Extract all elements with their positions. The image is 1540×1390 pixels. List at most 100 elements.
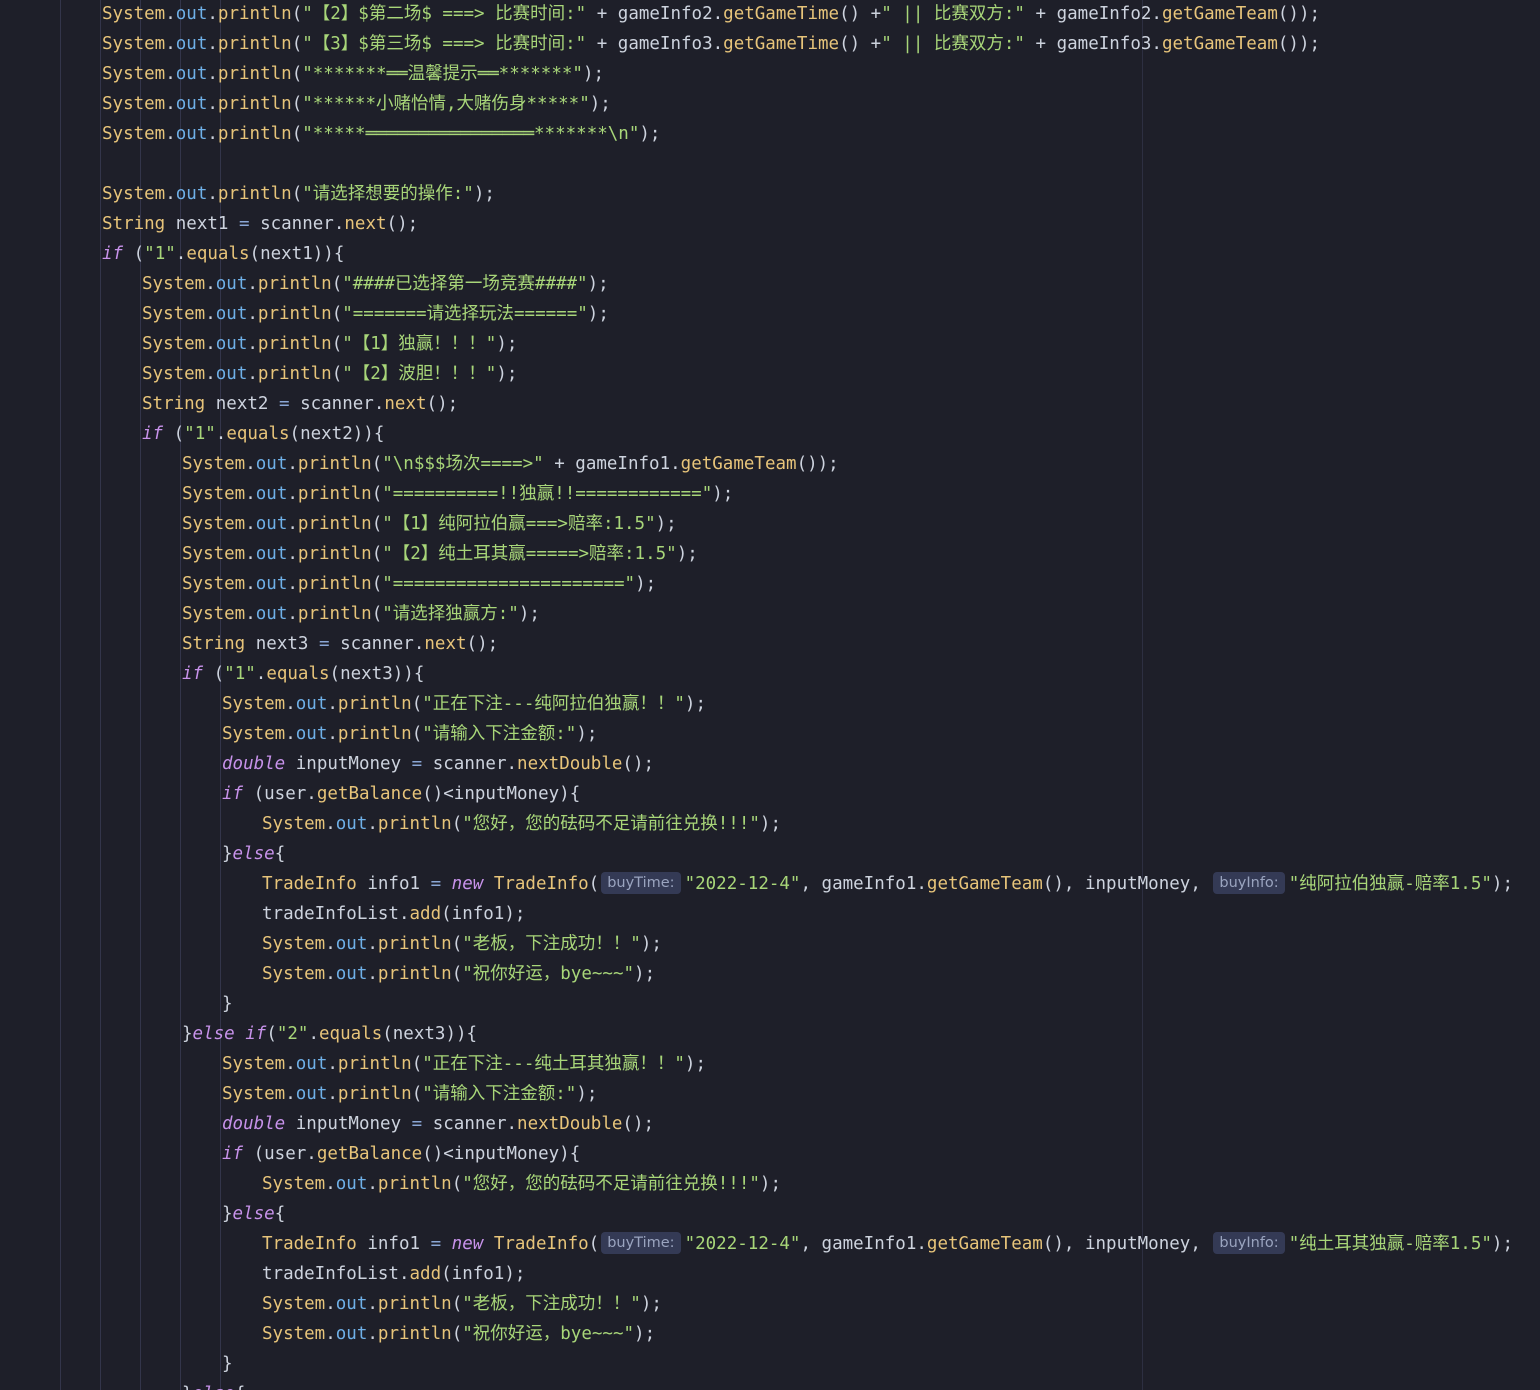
code-token: . <box>285 694 296 714</box>
indent-guide <box>100 0 101 1390</box>
code-token: ( <box>451 1294 463 1314</box>
code-token: (next1)){ <box>249 244 345 264</box>
code-token: . <box>712 34 724 54</box>
code-token: ( <box>291 64 303 84</box>
code-token: scanner <box>329 634 414 654</box>
code-line[interactable]: System.out.println("====================… <box>182 569 656 599</box>
code-line[interactable]: } <box>222 989 233 1019</box>
code-line[interactable]: System.out.println("【2】$第二场$ ===> 比赛时间:"… <box>102 0 1320 29</box>
code-token: . <box>367 814 378 834</box>
code-token: ); <box>496 334 518 354</box>
code-token: . <box>367 1174 378 1194</box>
code-token: tradeInfoList <box>262 1264 399 1284</box>
code-line[interactable]: System.out.println("正在下注---纯土耳其独赢！！"); <box>222 1049 706 1079</box>
code-line[interactable]: if ("1".equals(next2)){ <box>142 419 384 449</box>
code-token: out <box>335 1294 368 1314</box>
code-token: } <box>182 1024 193 1044</box>
code-token: . <box>287 604 298 624</box>
code-line[interactable]: System.out.println("=======请选择玩法======")… <box>142 299 609 329</box>
code-token: ( <box>203 664 225 684</box>
code-token: if <box>182 664 204 684</box>
code-line[interactable]: } <box>222 1349 233 1379</box>
code-line[interactable]: System.out.println("请选择想要的操作:"); <box>102 179 495 209</box>
code-line[interactable]: if ("1".equals(next1)){ <box>102 239 344 269</box>
code-token: (info1); <box>441 904 526 924</box>
code-line[interactable]: System.out.println("请输入下注金额:"); <box>222 1079 597 1109</box>
code-line[interactable]: System.out.println("\n$$$场次====>" + game… <box>182 449 839 479</box>
code-token: double <box>222 754 286 774</box>
code-token: next1 <box>165 214 239 234</box>
code-token: "请输入下注金额:" <box>422 724 577 744</box>
code-line[interactable]: }else{ <box>222 1199 285 1229</box>
code-line[interactable]: TradeInfo info1 = new TradeInfo(buyTime:… <box>262 1229 1513 1259</box>
code-line[interactable]: System.out.println("请选择独赢方:"); <box>182 599 540 629</box>
code-token: = <box>318 634 330 654</box>
code-token: gameInfo3 <box>617 34 713 54</box>
code-token: inputMoney <box>285 754 412 774</box>
code-token: . <box>207 4 218 24</box>
code-line[interactable]: if (user.getBalance()<inputMoney){ <box>222 779 580 809</box>
code-line[interactable]: String next1 = scanner.next(); <box>102 209 418 239</box>
code-line[interactable]: System.out.println("正在下注---纯阿拉伯独赢！！"); <box>222 689 706 719</box>
code-token: tradeInfoList <box>262 904 399 924</box>
code-line[interactable]: double inputMoney = scanner.nextDouble()… <box>222 1109 654 1139</box>
code-token: + <box>586 4 618 24</box>
code-token: (), inputMoney, <box>1042 1234 1212 1254</box>
code-token: out <box>335 964 368 984</box>
code-token: . <box>325 1174 336 1194</box>
code-line[interactable]: double inputMoney = scanner.nextDouble()… <box>222 749 654 779</box>
code-token: out <box>335 1174 368 1194</box>
code-line[interactable]: System.out.println("******小赌怡情,大赌伤身*****… <box>102 89 611 119</box>
code-line[interactable]: String next2 = scanner.next(); <box>142 389 458 419</box>
code-line[interactable]: System.out.println("【1】纯阿拉伯赢===>赔率:1.5")… <box>182 509 677 539</box>
code-line[interactable]: System.out.println("*******══温馨提示══*****… <box>102 59 604 89</box>
code-token: . <box>712 4 724 24</box>
code-line[interactable]: System.out.println("==========!!独赢!!====… <box>182 479 733 509</box>
code-line[interactable]: }else{ <box>222 839 285 869</box>
code-token: ( <box>371 604 383 624</box>
code-line[interactable]: TradeInfo info1 = new TradeInfo(buyTime:… <box>262 869 1513 899</box>
code-line[interactable]: if ("1".equals(next3)){ <box>182 659 424 689</box>
code-token: . <box>247 304 258 324</box>
code-line[interactable]: }else{ <box>182 1379 245 1390</box>
code-token: "【2】纯土耳其赢=====>赔率:1.5" <box>382 544 677 564</box>
code-line[interactable]: System.out.println("您好，您的砝码不足请前往兑换!!!"); <box>262 809 781 839</box>
code-token: next <box>424 634 467 654</box>
code-token: "纯土耳其独赢-赔率1.5" <box>1288 1234 1492 1254</box>
code-line[interactable]: System.out.println("祝你好运，bye~~~"); <box>262 1319 655 1349</box>
code-line[interactable]: System.out.println("【2】波胆！！！"); <box>142 359 517 389</box>
code-token: println <box>337 694 412 714</box>
code-line[interactable]: String next3 = scanner.next(); <box>182 629 498 659</box>
code-token: scanner <box>422 754 507 774</box>
code-token: add <box>409 904 442 924</box>
code-token: getGameTeam <box>1161 4 1278 24</box>
code-token: = <box>411 754 423 774</box>
code-token: . <box>285 724 296 744</box>
code-line[interactable]: System.out.println("【2】纯土耳其赢=====>赔率:1.5… <box>182 539 698 569</box>
code-token: System <box>142 334 206 354</box>
code-line[interactable]: tradeInfoList.add(info1); <box>262 1259 525 1289</box>
code-token: ); <box>640 934 662 954</box>
code-token: . <box>165 4 176 24</box>
code-line[interactable]: System.out.println("*****═══════════════… <box>102 119 660 149</box>
code-line[interactable]: System.out.println("您好，您的砝码不足请前往兑换!!!"); <box>262 1169 781 1199</box>
code-line[interactable]: System.out.println("请输入下注金额:"); <box>222 719 597 749</box>
code-editor[interactable]: System.out.println("【2】$第二场$ ===> 比赛时间:"… <box>0 0 1540 1390</box>
code-token: " || 比赛双方:" <box>881 34 1025 54</box>
code-line[interactable]: System.out.println("【3】$第三场$ ===> 比赛时间:"… <box>102 29 1320 59</box>
code-token: println <box>297 574 372 594</box>
code-line[interactable]: System.out.println("【1】独赢！！！"); <box>142 329 517 359</box>
code-line[interactable]: tradeInfoList.add(info1); <box>262 899 525 929</box>
code-line[interactable]: System.out.println("老板，下注成功！！"); <box>262 929 662 959</box>
code-token: = <box>430 1234 442 1254</box>
code-token: System <box>262 1174 326 1194</box>
code-token: "您好，您的砝码不足请前往兑换!!!" <box>462 1174 760 1194</box>
code-token: . <box>245 604 256 624</box>
code-line[interactable]: System.out.println("祝你好运，bye~~~"); <box>262 959 655 989</box>
code-line[interactable]: if (user.getBalance()<inputMoney){ <box>222 1139 580 1169</box>
code-line[interactable]: }else if("2".equals(next3)){ <box>182 1019 477 1049</box>
code-line[interactable]: System.out.println("####已选择第一场竞赛####"); <box>142 269 609 299</box>
code-token: (next2)){ <box>289 424 385 444</box>
code-token: . <box>255 664 267 684</box>
code-line[interactable]: System.out.println("老板，下注成功！！"); <box>262 1289 662 1319</box>
